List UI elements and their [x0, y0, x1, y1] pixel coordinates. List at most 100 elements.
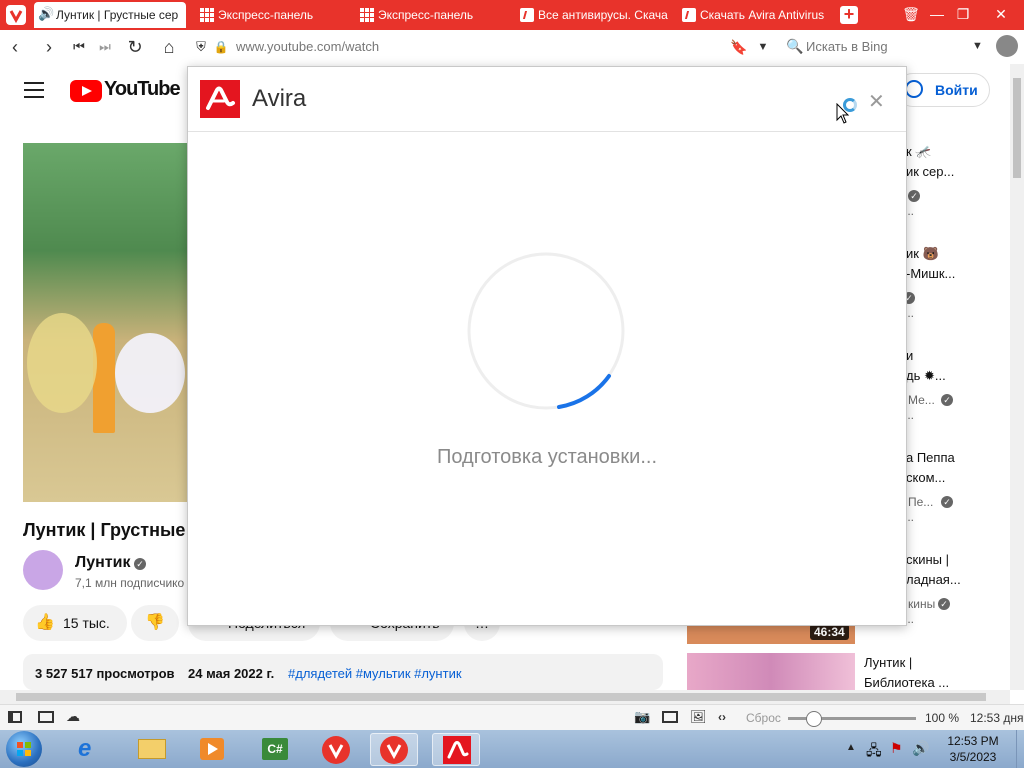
home-button[interactable]: ⌂ — [158, 36, 180, 58]
upload-date: 24 мая 2022 г. — [188, 666, 275, 681]
forward-button[interactable]: › — [38, 36, 60, 58]
avira-umbrella-icon — [447, 741, 469, 759]
show-desktop-button[interactable] — [1016, 730, 1024, 768]
chevron-down-icon[interactable]: ▼ — [972, 40, 983, 52]
internet-explorer-icon[interactable]: e — [66, 733, 114, 766]
close-window-button[interactable]: ✕ — [990, 4, 1012, 24]
speaker-icon: 🔊 — [38, 6, 55, 21]
description-box[interactable]: 3 527 517 просмотров 24 мая 2022 г. #для… — [23, 654, 663, 690]
video-player[interactable] — [23, 143, 188, 502]
tab-luntik[interactable]: 🔊 Лунтик | Грустные сер — [34, 2, 186, 28]
csharp-editor-icon[interactable]: C# — [250, 733, 298, 766]
media-player-icon[interactable] — [188, 733, 236, 766]
video-frame-figure — [93, 323, 115, 433]
rec-title-6: Лунтик | — [864, 655, 913, 670]
address-bar: ‹ › ⏮ ⏭ ↻ ⌂ ⛨ 🔒 www.youtube.com/watch 🔖 … — [0, 30, 1024, 65]
horizontal-scrollbar[interactable] — [0, 690, 1010, 704]
tab-avira-download[interactable]: Скачать Avira Antivirus — [678, 2, 830, 28]
zoom-level[interactable]: 100 % — [925, 711, 959, 725]
view-count: 3 527 517 просмотров — [35, 666, 175, 681]
signin-label: Войти — [935, 82, 978, 98]
rec-title-3b: дь ✹... — [906, 368, 946, 383]
show-hidden-icons-button[interactable]: ▲ — [846, 742, 856, 753]
rec-title-2b: -Мишк... — [906, 266, 956, 281]
status-clock: 12:53 дня — [970, 711, 1024, 725]
back-button[interactable]: ‹ — [4, 36, 26, 58]
verified-icon: ✓ — [134, 558, 146, 570]
taskbar-clock[interactable]: 12:53 PM 3/5/2023 — [932, 733, 1014, 765]
vivaldi-taskbar-icon[interactable] — [312, 733, 360, 766]
file-explorer-icon[interactable] — [128, 733, 176, 766]
scroll-thumb[interactable] — [16, 693, 986, 701]
network-icon[interactable]: 🖧 — [866, 740, 882, 764]
trash-icon[interactable]: 🗑 — [900, 4, 922, 24]
rec-duration-5: 46:34 — [810, 624, 849, 640]
rec-title-2: ик 🐻 — [906, 246, 939, 261]
vertical-scrollbar[interactable] — [1010, 64, 1024, 690]
windows-taskbar: e C# ▲ 🖧 ⚑ 🔊 12:53 PM 3/5/2023 — [0, 730, 1024, 768]
hamburger-menu-icon[interactable] — [24, 82, 44, 98]
fast-forward-button[interactable]: ⏭ — [94, 36, 116, 58]
rec-title-4b: ском... — [906, 470, 946, 485]
profile-avatar[interactable] — [996, 35, 1018, 57]
tab-antivirus[interactable]: Все антивирусы. Скача — [516, 2, 668, 28]
volume-icon[interactable]: 🔊 — [912, 740, 929, 757]
camera-icon[interactable]: 📷 — [634, 709, 650, 725]
search-placeholder: Искать в Bing — [806, 39, 888, 54]
cloud-sync-icon[interactable]: ☁ — [66, 708, 80, 725]
channel-name[interactable]: Лунтик — [75, 554, 130, 572]
clock-date: 3/5/2023 — [949, 750, 997, 764]
signin-button[interactable]: Войти — [896, 73, 990, 107]
avira-taskbar-icon[interactable] — [432, 733, 480, 766]
minimize-button[interactable]: — — [926, 4, 948, 24]
bookmark-icon[interactable]: 🔖 — [728, 36, 750, 58]
rec-title-4: а Пеппа — [906, 450, 955, 465]
youtube-logo-icon[interactable] — [70, 80, 102, 102]
new-tab-button[interactable]: + — [840, 5, 858, 24]
tab-express-panel-1[interactable]: Экспресс-панель — [196, 2, 348, 28]
flag-alert-icon[interactable]: ⚑ — [890, 740, 903, 757]
maximize-button[interactable]: ❐ — [952, 4, 974, 24]
zoom-slider[interactable] — [788, 711, 916, 727]
tab-label: Лунтик | Грустные сер — [56, 8, 179, 22]
code-icon[interactable]: ‹› — [718, 710, 726, 724]
youtube-logo-text: YouTube — [104, 78, 181, 100]
url-field[interactable]: www.youtube.com/watch — [236, 39, 379, 54]
like-count: 15 тыс. — [63, 615, 110, 631]
scroll-thumb[interactable] — [1013, 78, 1021, 178]
rec-title-3: и — [906, 348, 914, 363]
reload-button[interactable]: ↻ — [124, 36, 146, 58]
tile-icon[interactable] — [38, 711, 54, 723]
busy-cursor-icon — [843, 98, 857, 112]
dialog-title: Avira — [252, 85, 307, 112]
rewind-button[interactable]: ⏮ — [68, 36, 90, 58]
avira-installer-dialog: Avira ✕ Подготовка установки... — [187, 66, 907, 626]
rec-thumbnail-6[interactable] — [687, 653, 855, 690]
video-title: Лунтик | Грустные с — [23, 520, 187, 540]
vivaldi-menu-button[interactable] — [6, 5, 26, 25]
avira-umbrella-icon — [206, 86, 235, 110]
chevron-down-icon[interactable]: ▼ — [752, 36, 774, 58]
tab-express-panel-2[interactable]: Экспресс-панель — [356, 2, 508, 28]
avira-icon — [520, 8, 534, 22]
zoom-reset-label[interactable]: Сброс — [746, 711, 781, 725]
hashtags[interactable]: #длядетей #мультик #лунтик — [288, 666, 462, 681]
thumbs-up-icon: 👍 — [35, 614, 55, 631]
close-icon[interactable]: ✕ — [868, 89, 885, 114]
avira-logo-icon — [200, 80, 240, 118]
dislike-button[interactable]: 👎 — [131, 605, 179, 641]
channel-avatar[interactable] — [23, 550, 63, 590]
like-button[interactable]: 👍 15 тыс. — [23, 605, 127, 641]
window-icon[interactable] — [662, 711, 678, 723]
zoom-slider-thumb[interactable] — [806, 711, 822, 727]
rec-title-5b: ладная... — [906, 572, 961, 587]
panel-toggle-icon[interactable] — [8, 711, 22, 723]
search-input[interactable]: 🔍 Искать в Bing ▼ — [782, 34, 988, 60]
shield-icon[interactable]: ⛨ — [190, 36, 212, 58]
rec-channel-3: Ме... — [908, 393, 935, 407]
tab-label: Скачать Avira Antivirus — [700, 8, 825, 22]
vivaldi-active-taskbar-icon[interactable] — [370, 733, 418, 766]
status-text: Подготовка установки... — [436, 446, 658, 468]
start-button[interactable] — [6, 731, 42, 767]
image-icon[interactable]: 🖼 — [690, 709, 707, 725]
